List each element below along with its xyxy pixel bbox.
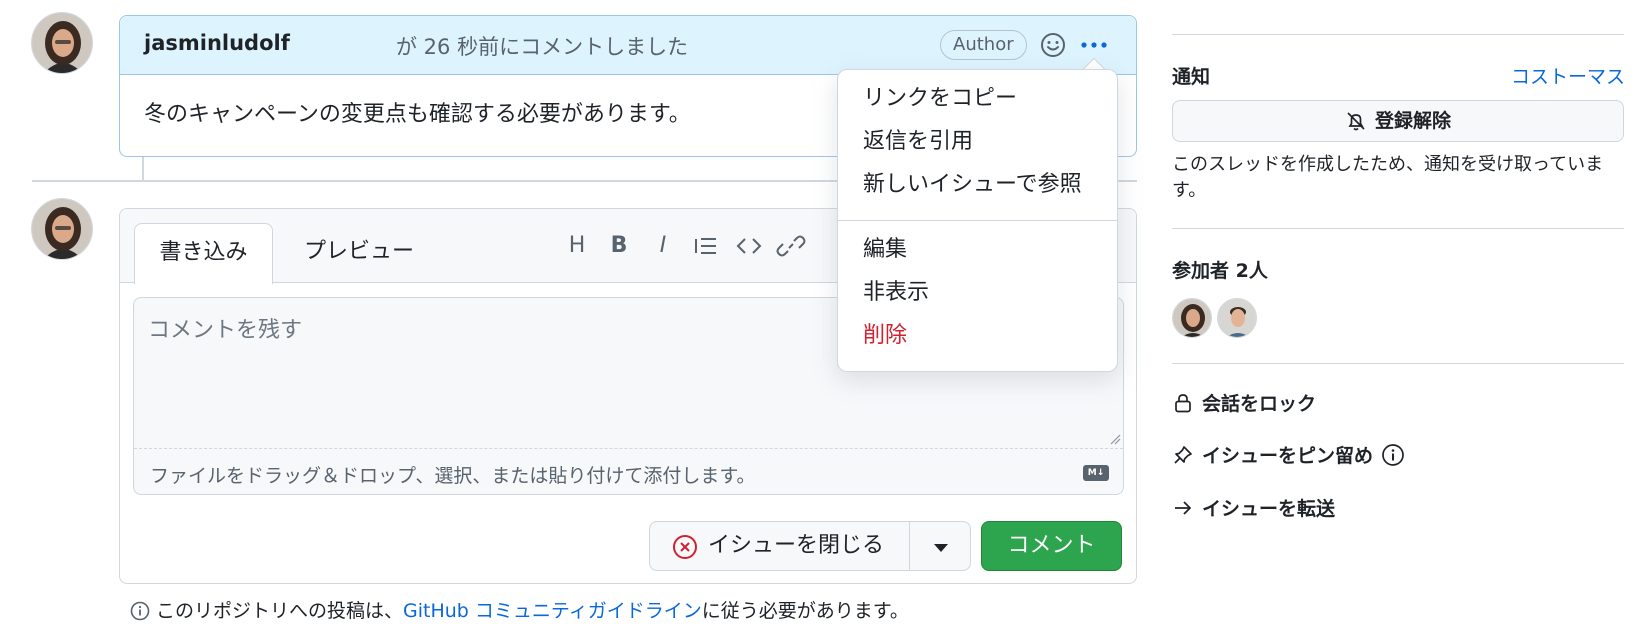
- comment-options-button[interactable]: [1076, 30, 1112, 60]
- unsubscribe-label: 登録解除: [1374, 110, 1451, 132]
- bell-slash-icon: [1347, 112, 1365, 131]
- menu-item-reference-new-issue[interactable]: 新しいイシューで参照: [863, 166, 1082, 198]
- menu-item-edit[interactable]: 編集: [863, 231, 907, 263]
- italic-icon[interactable]: I: [648, 231, 678, 261]
- customize-notifications-link[interactable]: コストーマス: [1511, 62, 1625, 89]
- comment-body: 冬のキャンペーンの変更点も確認する必要があります。: [144, 102, 691, 127]
- info-icon: [130, 601, 150, 621]
- attach-files-bar[interactable]: ファイルをドラッグ＆ドロップ、選択、または貼り付けて添付します。 M↓: [134, 448, 1123, 495]
- lock-conversation-label: 会話をロック: [1202, 393, 1317, 415]
- comment-timestamp[interactable]: が 26 秒前にコメントしました: [396, 31, 688, 61]
- author-badge: Author: [940, 30, 1027, 60]
- lock-icon: [1175, 393, 1191, 412]
- arrow-right-icon: [1175, 500, 1191, 515]
- comment-options-menu: リンクをコピー 返信を引用 新しいイシューで参照 編集 非表示 削除: [837, 69, 1118, 372]
- triangle-down-icon: [934, 544, 948, 552]
- comment-submit-button[interactable]: コメント: [981, 521, 1122, 571]
- participant-avatar[interactable]: [1172, 298, 1212, 338]
- attach-files-text: ファイルをドラッグ＆ドロップ、選択、または貼り付けて添付します。: [150, 465, 756, 487]
- menu-separator: [838, 220, 1117, 221]
- menu-item-copy-link[interactable]: リンクをコピー: [863, 80, 1017, 112]
- link-icon[interactable]: [776, 231, 806, 261]
- close-issue-dropdown-button[interactable]: [909, 521, 971, 571]
- bold-icon[interactable]: B: [604, 231, 634, 261]
- tab-write[interactable]: 書き込み: [134, 223, 273, 284]
- guidelines-suffix: に従う必要があります。: [701, 600, 909, 622]
- menu-item-delete[interactable]: 削除: [863, 317, 907, 349]
- close-issue-label: イシューを閉じる: [708, 533, 885, 558]
- menu-item-quote-reply[interactable]: 返信を引用: [863, 123, 973, 155]
- contribution-guidelines-note: このリポジトリへの投稿は、GitHub コミュニティガイドラインに従う必要があり…: [130, 596, 909, 623]
- pin-icon: [1174, 445, 1192, 464]
- unsubscribe-button[interactable]: 登録解除: [1172, 100, 1624, 142]
- info-icon[interactable]: [1381, 443, 1405, 467]
- resize-grip-icon[interactable]: [1109, 433, 1121, 445]
- current-user-avatar[interactable]: [31, 198, 93, 260]
- guidelines-prefix: このリポジトリへの投稿は、: [156, 600, 404, 622]
- author-avatar[interactable]: [31, 12, 93, 74]
- sidebar-divider: [1172, 34, 1624, 35]
- pin-issue-button[interactable]: イシューをピン留め: [1172, 441, 1405, 468]
- lock-conversation-button[interactable]: 会話をロック: [1172, 389, 1316, 416]
- sidebar-divider: [1172, 363, 1624, 364]
- x-circle-icon: [673, 535, 697, 559]
- markdown-icon[interactable]: M↓: [1083, 465, 1109, 481]
- quote-list-icon[interactable]: [691, 231, 721, 261]
- tab-preview[interactable]: プレビュー: [304, 223, 414, 283]
- comment-author-link[interactable]: jasminludolf: [144, 31, 290, 55]
- kebab-horizontal-icon: [1081, 42, 1107, 48]
- community-guidelines-link[interactable]: GitHub コミュニティガイドライン: [403, 600, 702, 622]
- sidebar-divider: [1172, 228, 1624, 229]
- menu-item-hide[interactable]: 非表示: [863, 274, 929, 306]
- comment-header: jasminludolf が 26 秒前にコメントしました Author: [120, 16, 1136, 75]
- transfer-issue-label: イシューを転送: [1202, 498, 1336, 520]
- timeline-line: [142, 156, 144, 180]
- participant-avatar[interactable]: [1217, 298, 1257, 338]
- participants-heading: 参加者 2人: [1172, 260, 1268, 282]
- notifications-heading: 通知: [1172, 66, 1211, 88]
- add-reaction-button[interactable]: [1038, 30, 1068, 60]
- transfer-issue-button[interactable]: イシューを転送: [1172, 494, 1335, 521]
- close-issue-button[interactable]: イシューを閉じる: [649, 521, 910, 571]
- code-icon[interactable]: [734, 231, 764, 261]
- smiley-icon: [1041, 33, 1065, 57]
- heading-icon[interactable]: H: [562, 231, 592, 261]
- pin-issue-label: イシューをピン留め: [1202, 445, 1374, 467]
- notification-reason: このスレッドを作成したため、通知を受け取っています。: [1172, 154, 1604, 201]
- comment-placeholder: コメントを残す: [148, 318, 303, 343]
